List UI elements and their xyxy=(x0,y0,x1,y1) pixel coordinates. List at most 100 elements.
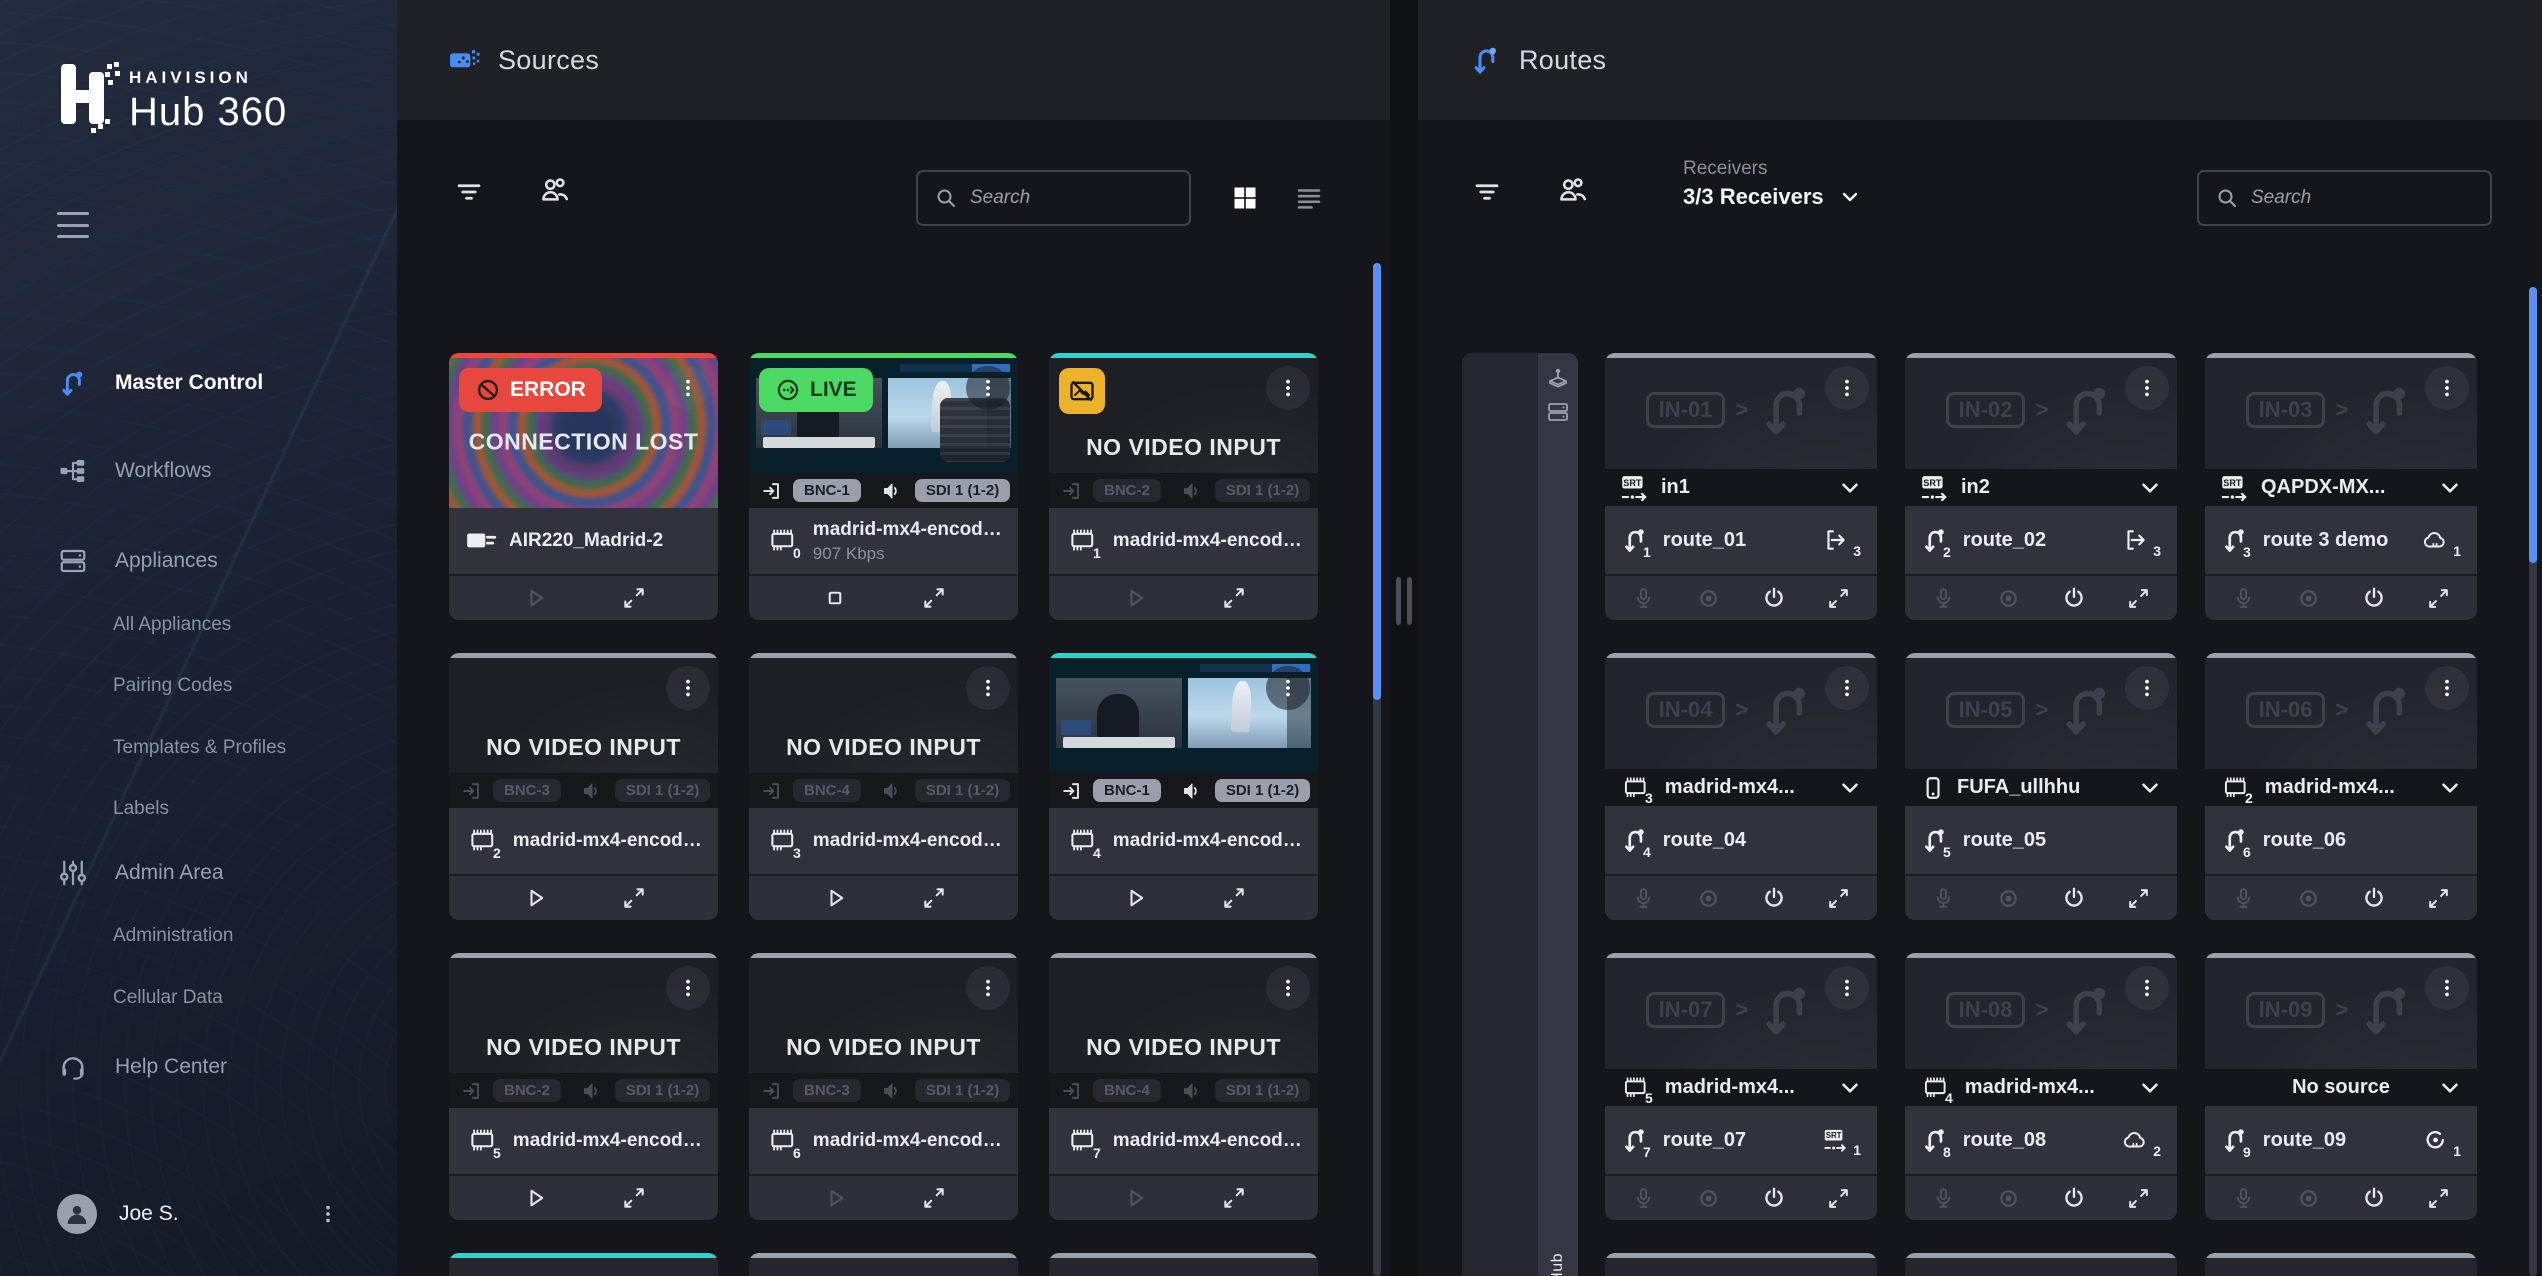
route-card[interactable]: IN-02 > SRTin2 2 route_02 3 xyxy=(1905,353,2177,620)
route-card[interactable]: IN-08 > 4madrid-mx4... 8 route_08 2 xyxy=(1905,953,2177,1220)
mic-button[interactable] xyxy=(2231,1186,2256,1211)
grid-view-icon[interactable] xyxy=(1225,178,1265,218)
sidebar-item-labels[interactable]: Labels xyxy=(0,786,397,832)
sources-scrollbar[interactable] xyxy=(1373,263,1381,1276)
mic-button[interactable] xyxy=(1631,586,1656,611)
route-source-row[interactable]: FUFA_ullhhu xyxy=(1905,769,2177,806)
sidebar-item-templates-profiles[interactable]: Templates & Profiles xyxy=(0,725,397,771)
play-button[interactable] xyxy=(821,1184,849,1212)
mic-button[interactable] xyxy=(1931,886,1956,911)
filter-icon[interactable] xyxy=(1467,172,1507,212)
power-button[interactable] xyxy=(2361,1185,2387,1211)
source-card-partial[interactable] xyxy=(1049,1253,1318,1276)
expand-button[interactable] xyxy=(1221,585,1247,611)
kebab-menu-icon[interactable] xyxy=(1825,366,1869,410)
expand-button[interactable] xyxy=(1826,586,1851,611)
source-card-partial[interactable] xyxy=(749,1253,1018,1276)
route-card[interactable]: IN-04 > 3madrid-mx4... 4 route_04 xyxy=(1605,653,1877,920)
record-button[interactable] xyxy=(1695,1185,1722,1212)
kebab-menu-icon[interactable] xyxy=(1266,966,1310,1010)
kebab-menu-icon[interactable] xyxy=(2125,366,2169,410)
play-button[interactable] xyxy=(1121,1184,1149,1212)
route-source-row[interactable]: SRTin1 xyxy=(1605,469,1877,506)
expand-button[interactable] xyxy=(1221,1185,1247,1211)
kebab-menu-icon[interactable] xyxy=(2125,966,2169,1010)
record-button[interactable] xyxy=(1995,885,2022,912)
route-card[interactable]: IN-09 > No source 9 route_09 1 xyxy=(2205,953,2477,1220)
route-source-row[interactable]: SRTQAPDX-MX... xyxy=(2205,469,2477,506)
power-button[interactable] xyxy=(1761,1185,1787,1211)
user-kebab-icon[interactable] xyxy=(308,1194,348,1234)
sidebar-item-cellular-data[interactable]: Cellular Data xyxy=(0,975,397,1021)
expand-button[interactable] xyxy=(2426,886,2451,911)
group-by-icon[interactable] xyxy=(1553,170,1593,210)
sidebar-item-all-appliances[interactable]: All Appliances xyxy=(0,602,397,648)
power-button[interactable] xyxy=(2061,885,2087,911)
sidebar-item-appliances[interactable]: Appliances xyxy=(0,538,397,584)
kebab-menu-icon[interactable] xyxy=(2125,666,2169,710)
record-button[interactable] xyxy=(1695,885,1722,912)
record-button[interactable] xyxy=(1995,585,2022,612)
sidebar-item-admin-area[interactable]: Admin Area xyxy=(0,850,397,896)
hamburger-menu-icon[interactable] xyxy=(57,212,89,238)
expand-button[interactable] xyxy=(1826,886,1851,911)
source-card[interactable]: ERRORCONNECTION LOSTAIR220_Madrid-2 xyxy=(449,353,718,620)
expand-button[interactable] xyxy=(621,885,647,911)
sources-search-input[interactable] xyxy=(970,187,1173,209)
route-card[interactable]: IN-01 > SRTin1 1 route_01 3 xyxy=(1605,353,1877,620)
expand-button[interactable] xyxy=(1221,885,1247,911)
play-button[interactable] xyxy=(521,884,549,912)
expand-button[interactable] xyxy=(2126,586,2151,611)
list-view-icon[interactable] xyxy=(1289,178,1329,218)
expand-button[interactable] xyxy=(921,1185,947,1211)
sidebar-item-workflows[interactable]: Workflows xyxy=(0,448,397,494)
kebab-menu-icon[interactable] xyxy=(666,366,710,410)
record-button[interactable] xyxy=(2295,885,2322,912)
expand-button[interactable] xyxy=(2426,586,2451,611)
play-button[interactable] xyxy=(521,584,549,612)
kebab-menu-icon[interactable] xyxy=(1825,666,1869,710)
mic-button[interactable] xyxy=(1631,886,1656,911)
kebab-menu-icon[interactable] xyxy=(2425,966,2469,1010)
source-card[interactable]: NO VIDEO INPUT BNC-2 SDI 1 (1-2)5madrid-… xyxy=(449,953,718,1220)
sidebar-item-master-control[interactable]: Master Control xyxy=(0,360,397,406)
mic-button[interactable] xyxy=(1931,586,1956,611)
mic-button[interactable] xyxy=(2231,586,2256,611)
expand-button[interactable] xyxy=(921,585,947,611)
source-card[interactable]: NO VIDEO INPUT BNC-3 SDI 1 (1-2)2madrid-… xyxy=(449,653,718,920)
power-button[interactable] xyxy=(1761,585,1787,611)
filter-icon[interactable] xyxy=(449,172,489,212)
group-by-icon[interactable] xyxy=(535,170,575,210)
power-button[interactable] xyxy=(1761,885,1787,911)
route-card[interactable]: IN-07 > 5madrid-mx4... 7 route_07 SRT 1 xyxy=(1605,953,1877,1220)
expand-button[interactable] xyxy=(1826,1186,1851,1211)
server-icon[interactable] xyxy=(1538,395,1578,429)
kebab-menu-icon[interactable] xyxy=(1266,666,1310,710)
power-button[interactable] xyxy=(2361,585,2387,611)
play-button[interactable] xyxy=(1121,584,1149,612)
route-source-row[interactable]: 4madrid-mx4... xyxy=(1905,1069,2177,1106)
mic-button[interactable] xyxy=(1931,1186,1956,1211)
source-card[interactable]: NO VIDEO INPUT BNC-3 SDI 1 (1-2)6madrid-… xyxy=(749,953,1018,1220)
sources-scrollbar-thumb[interactable] xyxy=(1373,263,1381,700)
kebab-menu-icon[interactable] xyxy=(2425,666,2469,710)
receivers-dropdown[interactable]: Receivers 3/3 Receivers xyxy=(1683,158,1862,210)
source-card-partial[interactable] xyxy=(449,1253,718,1276)
kebab-menu-icon[interactable] xyxy=(1825,966,1869,1010)
user-row[interactable]: Joe S. xyxy=(0,1188,397,1240)
route-source-row[interactable]: 3madrid-mx4... xyxy=(1605,769,1877,806)
stop-button[interactable] xyxy=(821,584,849,612)
sidebar-item-pairing-codes[interactable]: Pairing Codes xyxy=(0,663,397,709)
panel-resize-handle[interactable] xyxy=(1396,577,1412,625)
expand-button[interactable] xyxy=(621,585,647,611)
play-button[interactable] xyxy=(821,884,849,912)
expand-button[interactable] xyxy=(921,885,947,911)
routes-search-input[interactable] xyxy=(2251,187,2474,209)
kebab-menu-icon[interactable] xyxy=(666,966,710,1010)
route-source-row[interactable]: SRTin2 xyxy=(1905,469,2177,506)
route-source-row[interactable]: 5madrid-mx4... xyxy=(1605,1069,1877,1106)
mic-button[interactable] xyxy=(1631,1186,1656,1211)
route-card[interactable]: IN-03 > SRTQAPDX-MX... 3 route 3 demo 1 xyxy=(2205,353,2477,620)
route-card-partial[interactable] xyxy=(1605,1253,1877,1276)
sidebar-item-help-center[interactable]: Help Center xyxy=(0,1044,397,1090)
